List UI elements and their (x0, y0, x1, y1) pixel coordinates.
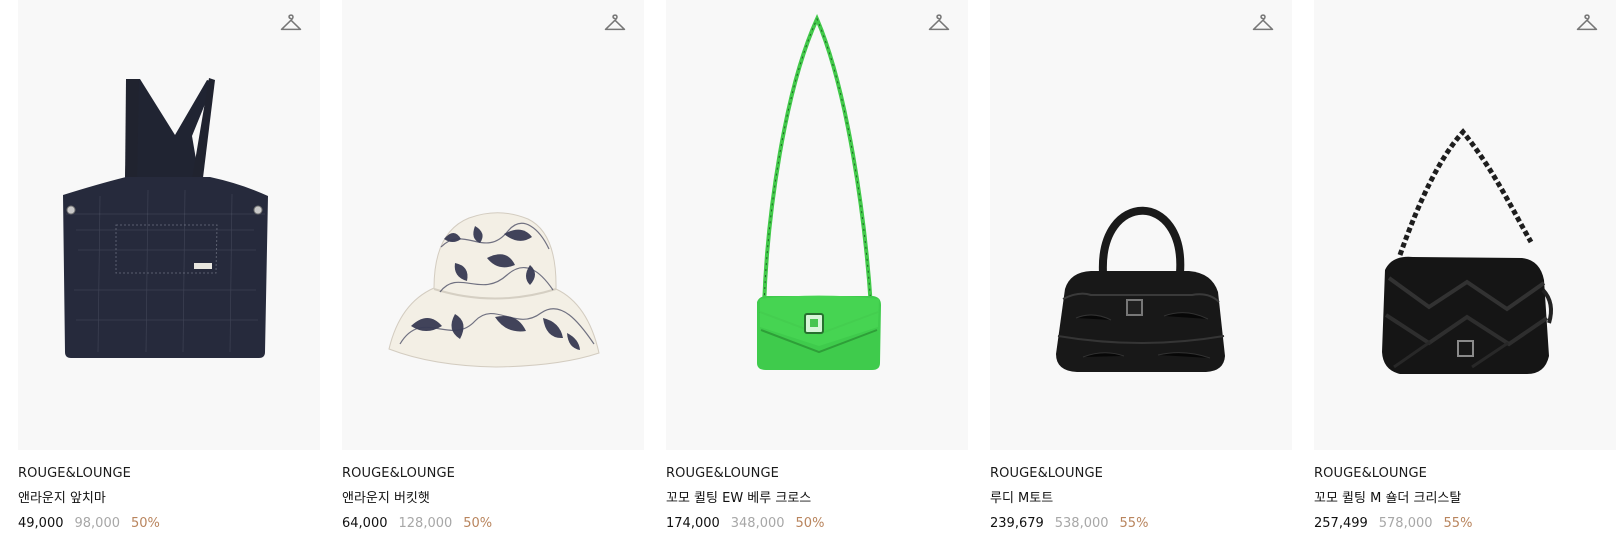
sale-price: 174,000 (666, 516, 720, 531)
product-image-container[interactable] (1314, 0, 1616, 450)
product-card-bucket-hat[interactable]: ROUGE&LOUNGE 앤라운지 버킷햇 64,000 128,000 50% (342, 0, 644, 540)
product-name[interactable]: 루디 M토트 (990, 490, 1292, 507)
discount-rate: 50% (131, 516, 160, 531)
price-row: 239,679 538,000 55% (990, 515, 1292, 532)
product-name[interactable]: 꼬모 퀼팅 M 숄더 크리스탈 (1314, 490, 1616, 507)
product-grid: ROUGE&LOUNGE 앤라운지 앞치마 49,000 98,000 50% (0, 0, 1619, 540)
hanger-icon[interactable] (926, 13, 952, 35)
black-tote-bag-image (1056, 206, 1225, 372)
product-image-container[interactable] (18, 0, 320, 450)
price-row: 257,499 578,000 55% (1314, 515, 1616, 532)
product-info: ROUGE&LOUNGE 꼬모 퀼팅 EW 베루 크로스 174,000 348… (666, 466, 968, 532)
product-card-shoulder-crystal[interactable]: ROUGE&LOUNGE 꼬모 퀼팅 M 숄더 크리스탈 257,499 578… (1314, 0, 1616, 540)
product-name[interactable]: 앤라운지 앞치마 (18, 490, 320, 507)
product-info: ROUGE&LOUNGE 앤라운지 앞치마 49,000 98,000 50% (18, 466, 320, 532)
original-price: 578,000 (1378, 516, 1433, 531)
hanger-icon[interactable] (1574, 13, 1600, 35)
product-info: ROUGE&LOUNGE 꼬모 퀼팅 M 숄더 크리스탈 257,499 578… (1314, 466, 1616, 532)
original-price: 538,000 (1054, 516, 1109, 531)
price-row: 64,000 128,000 50% (342, 515, 644, 532)
price-row: 174,000 348,000 50% (666, 515, 968, 532)
product-info: ROUGE&LOUNGE 루디 M토트 239,679 538,000 55% (990, 466, 1292, 532)
hanger-icon[interactable] (1250, 13, 1276, 35)
product-card-rudi-tote[interactable]: ROUGE&LOUNGE 루디 M토트 239,679 538,000 55% (990, 0, 1292, 540)
product-image-container[interactable] (990, 0, 1292, 450)
hanger-icon[interactable] (602, 13, 628, 35)
original-price: 128,000 (398, 516, 453, 531)
brand-name: ROUGE&LOUNGE (1314, 466, 1427, 481)
brand-name: ROUGE&LOUNGE (990, 466, 1103, 481)
brand-name: ROUGE&LOUNGE (666, 466, 779, 481)
hanger-icon[interactable] (278, 13, 304, 35)
original-price: 98,000 (74, 516, 121, 531)
original-price: 348,000 (730, 516, 785, 531)
discount-rate: 50% (795, 516, 825, 531)
product-card-green-crossbody[interactable]: ROUGE&LOUNGE 꼬모 퀼팅 EW 베루 크로스 174,000 348… (666, 0, 968, 540)
sale-price: 64,000 (342, 516, 388, 531)
product-name[interactable]: 꼬모 퀼팅 EW 베루 크로스 (666, 490, 968, 507)
sale-price: 257,499 (1314, 516, 1368, 531)
price-row: 49,000 98,000 50% (18, 515, 320, 532)
product-image-container[interactable] (342, 0, 644, 450)
discount-rate: 55% (1443, 516, 1473, 531)
product-card-apron[interactable]: ROUGE&LOUNGE 앤라운지 앞치마 49,000 98,000 50% (18, 0, 320, 540)
sale-price: 239,679 (990, 516, 1044, 531)
product-info: ROUGE&LOUNGE 앤라운지 버킷햇 64,000 128,000 50% (342, 466, 644, 532)
discount-rate: 50% (463, 516, 493, 531)
product-name[interactable]: 앤라운지 버킷햇 (342, 490, 644, 507)
brand-name: ROUGE&LOUNGE (18, 466, 131, 481)
product-image-container[interactable] (666, 0, 968, 450)
discount-rate: 55% (1119, 516, 1149, 531)
bucket-hat-image (388, 212, 600, 368)
sale-price: 49,000 (18, 516, 64, 531)
green-crossbody-bag-image (757, 14, 881, 370)
brand-name: ROUGE&LOUNGE (342, 466, 455, 481)
apron-image (63, 78, 268, 358)
black-shoulder-bag-image (1382, 128, 1553, 374)
